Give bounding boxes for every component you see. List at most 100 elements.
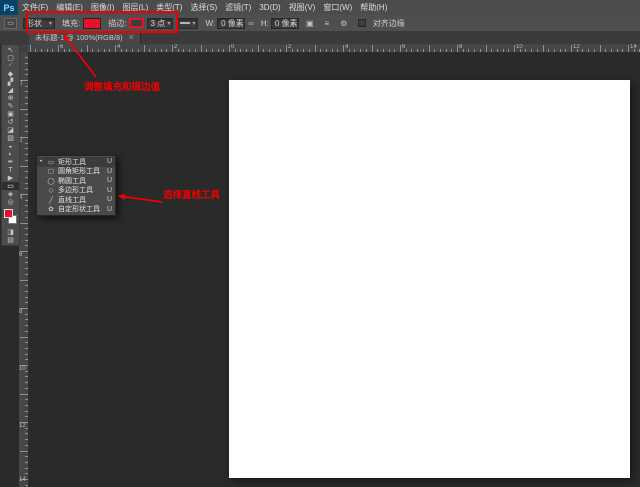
screen-mode-icon[interactable]: ▤ xyxy=(2,236,19,244)
quick-selection-tool[interactable]: ◆ xyxy=(2,70,19,78)
ruler-tick xyxy=(268,49,270,52)
path-operations-icon[interactable]: ▣ xyxy=(304,18,316,29)
ruler-tick xyxy=(496,49,498,52)
ruler-label: 2 xyxy=(288,44,292,50)
ruler-label: 10 xyxy=(516,44,523,50)
ruler-label: 6 xyxy=(60,44,64,50)
flyout-item-line-tool[interactable]: ╱ 直线工具 U xyxy=(37,195,115,205)
ruler-tick xyxy=(25,433,28,435)
menu-item-7[interactable]: 3D(D) xyxy=(255,0,284,15)
clone-stamp-tool[interactable]: ▣ xyxy=(2,110,19,118)
history-brush-tool[interactable]: ↺ xyxy=(2,118,19,126)
flyout-item-polygon-tool[interactable]: ◇ 多边形工具 U xyxy=(37,186,115,196)
ruler-tick xyxy=(542,45,544,52)
ruler-tick xyxy=(115,45,116,52)
eyedropper-tool[interactable]: ◢ xyxy=(2,86,19,94)
stroke-style-select[interactable]: ▾ xyxy=(177,17,199,29)
ruler-tick xyxy=(25,404,28,406)
canvas[interactable] xyxy=(229,80,630,478)
ruler-tick xyxy=(377,49,379,52)
ruler-tick xyxy=(25,68,28,70)
path-alignment-icon[interactable]: ≡ xyxy=(321,18,333,29)
ruler-tick xyxy=(25,91,28,93)
ruler-tick xyxy=(25,119,28,121)
flyout-item-label: 矩形工具 xyxy=(58,158,86,166)
tools-panel: ↖ ▢ ◜ ◆ ▞ ◢ ⊕ ✎ ▣ ↺ ◪ ▧ ◒ ◐ ✒ T ▶ ▭ ◈ ◎ ◨ ▤ xyxy=(1,44,20,246)
shape-tool[interactable]: ▭ xyxy=(2,182,19,190)
menu-item-8[interactable]: 视图(V) xyxy=(285,0,320,15)
ruler-tick xyxy=(25,285,28,287)
ruler-tick xyxy=(485,45,487,52)
ruler-tick xyxy=(25,85,28,87)
ruler-tick xyxy=(25,239,28,241)
ruler-tick xyxy=(75,49,77,52)
width-input[interactable]: 0 像素 xyxy=(217,17,246,29)
vertical-ruler[interactable]: 0 2 4 6 8 10 12 14 xyxy=(19,52,29,487)
ruler-tick xyxy=(274,49,276,52)
ruler-tick xyxy=(25,484,28,486)
custom-shape-tool-icon: ✿ xyxy=(48,206,54,214)
ruler-tick xyxy=(365,49,367,52)
flyout-item-rectangle-tool[interactable]: • ▭ 矩形工具 U xyxy=(37,157,115,167)
ruler-tick xyxy=(308,49,310,52)
ruler-tick xyxy=(20,108,28,110)
hand-tool[interactable]: ◈ xyxy=(2,190,19,198)
ruler-tick xyxy=(25,296,28,298)
crop-tool[interactable]: ▞ xyxy=(2,78,19,86)
menu-item-5[interactable]: 选择(S) xyxy=(186,0,221,15)
zoom-tool[interactable]: ◎ xyxy=(2,198,19,206)
ruler-tick xyxy=(25,188,28,190)
ruler-tick xyxy=(25,399,28,401)
ruler-tick xyxy=(502,49,504,52)
close-icon[interactable]: × xyxy=(129,33,134,42)
quick-mask-icon[interactable]: ◨ xyxy=(2,228,19,236)
ruler-tick xyxy=(337,49,339,52)
menu-item-10[interactable]: 帮助(H) xyxy=(356,0,391,15)
ruler-tick xyxy=(20,165,28,167)
menu-item-6[interactable]: 滤镜(T) xyxy=(221,0,255,15)
eraser-tool[interactable]: ◪ xyxy=(2,126,19,134)
current-tool-bullet: • xyxy=(40,158,43,165)
ruler-tick xyxy=(303,49,305,52)
flyout-item-rounded-rectangle-tool[interactable]: ▢ 圆角矩形工具 U xyxy=(37,167,115,177)
link-dimensions-icon[interactable]: ∞ xyxy=(248,19,254,28)
ruler-tick xyxy=(46,49,48,52)
ruler-tick xyxy=(63,49,65,52)
healing-brush-tool[interactable]: ⊕ xyxy=(2,94,19,102)
menu-item-9[interactable]: 窗口(W) xyxy=(319,0,356,15)
brush-tool[interactable]: ✎ xyxy=(2,102,19,110)
foreground-color-swatch[interactable] xyxy=(4,209,13,218)
gradient-tool[interactable]: ▧ xyxy=(2,134,19,142)
polygon-tool-icon: ◇ xyxy=(48,187,54,195)
path-selection-tool[interactable]: ▶ xyxy=(2,174,19,182)
ruler-label: 2 xyxy=(174,44,178,50)
ruler-tick xyxy=(422,49,424,52)
ruler-tick xyxy=(565,49,567,52)
type-tool[interactable]: T xyxy=(2,166,19,174)
shortcut-key: U xyxy=(106,196,112,204)
pen-tool[interactable]: ✒ xyxy=(2,158,19,166)
tool-preset-icon[interactable]: ▭ xyxy=(4,17,17,29)
horizontal-ruler[interactable]: 6 4 2 0 2 4 6 8 10 12 14 xyxy=(28,44,640,53)
ruler-tick xyxy=(610,49,612,52)
align-edges-checkbox[interactable] xyxy=(357,19,366,27)
ruler-label: 12 xyxy=(573,44,580,50)
ruler-tick xyxy=(25,273,28,275)
ruler-tick xyxy=(25,176,28,178)
ruler-tick xyxy=(553,49,555,52)
blur-tool[interactable]: ◒ xyxy=(2,142,19,150)
ruler-tick xyxy=(491,49,493,52)
flyout-item-custom-shape-tool[interactable]: ✿ 自定形状工具 U xyxy=(37,205,115,215)
dodge-tool[interactable]: ◐ xyxy=(2,150,19,158)
ruler-label: 0 xyxy=(231,44,235,50)
ruler-tick xyxy=(154,49,156,52)
shortcut-key: U xyxy=(106,158,112,166)
ruler-tick xyxy=(394,49,396,52)
lasso-tool[interactable]: ◜ xyxy=(2,62,19,70)
gear-icon[interactable]: ⚙ xyxy=(338,18,350,29)
flyout-item-ellipse-tool[interactable]: ◯ 椭圆工具 U xyxy=(37,176,115,186)
marquee-tool[interactable]: ▢ xyxy=(2,54,19,62)
height-input[interactable]: 0 像素 xyxy=(270,17,299,29)
move-tool[interactable]: ↖ xyxy=(2,46,19,54)
ruler-tick xyxy=(25,211,28,213)
